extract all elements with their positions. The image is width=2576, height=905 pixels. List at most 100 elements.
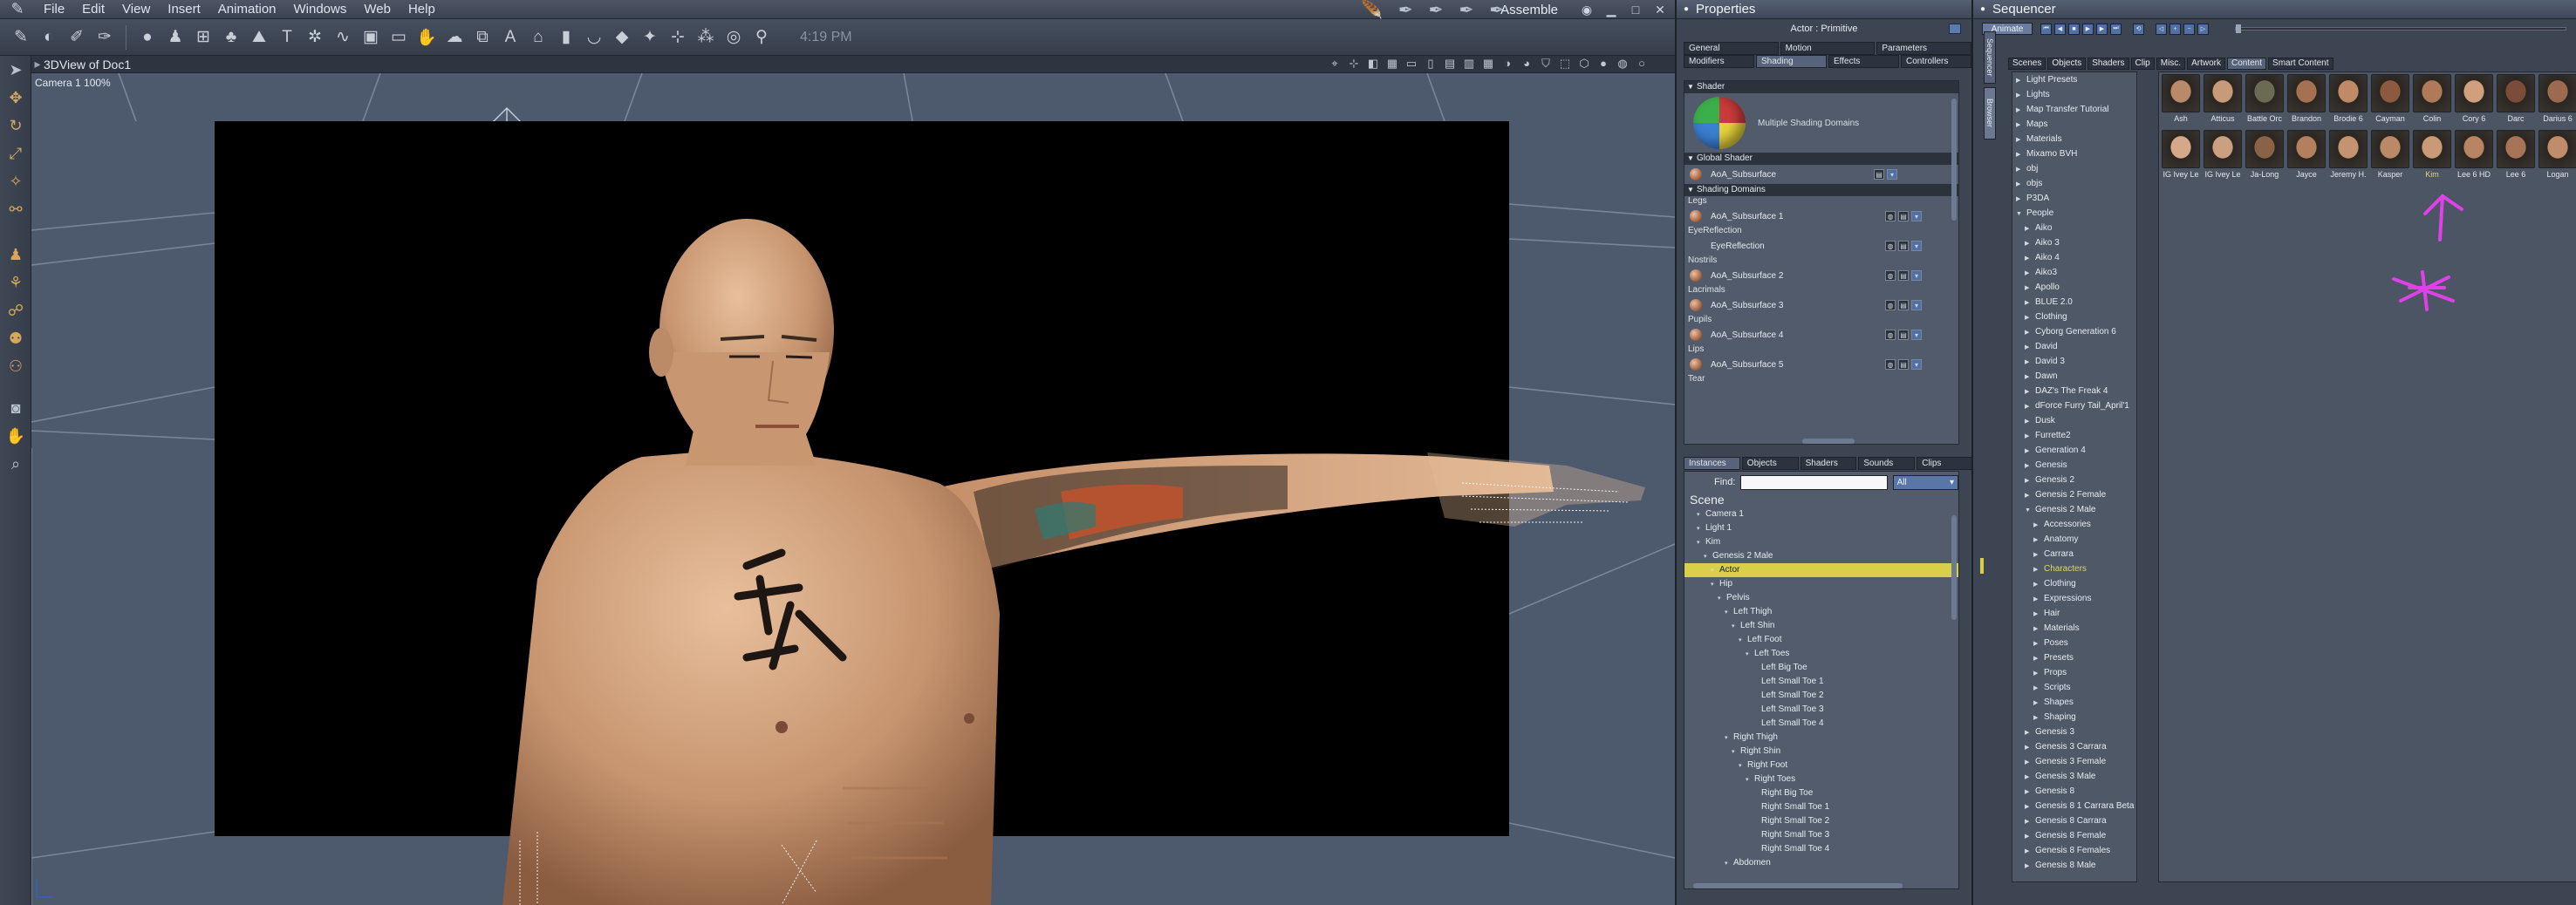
cylinder-object-icon[interactable]: ▮ [556, 26, 577, 49]
shader-menu-icon[interactable]: ▤ [1898, 211, 1909, 221]
sphere-object-icon[interactable]: ● [137, 26, 158, 49]
properties-option-button[interactable] [1949, 24, 1961, 34]
house-object-icon[interactable]: ⌂ [528, 26, 549, 49]
hand-object-icon[interactable]: ✋ [416, 26, 437, 49]
shader-menu-icon[interactable]: ▤ [1874, 169, 1884, 180]
scene-tree-node[interactable]: ▾ Actor [1684, 563, 1958, 577]
tree-expand-icon[interactable]: ▾ [1725, 606, 1733, 620]
shader-edit-icon[interactable]: ▾ [1911, 241, 1922, 251]
tab-modifiers[interactable]: Modifiers [1684, 55, 1754, 68]
human-figure[interactable] [31, 56, 1675, 905]
tree-expand-icon[interactable]: ▾ [1718, 592, 1726, 606]
domain-shader-row[interactable]: AoA_Subsurface 4 ◍ ▤ ▾ [1684, 325, 1958, 344]
terrain-object-icon[interactable]: ⛰ [249, 26, 270, 49]
scene-tree-node[interactable]: ▾ Camera 1 [1684, 507, 1958, 521]
tab-sounds[interactable]: Sounds [1858, 457, 1916, 470]
select-arrow-icon[interactable]: ➤ [0, 56, 31, 84]
link-tool-icon[interactable]: ⚯ [0, 195, 31, 223]
shader-edit-icon[interactable]: ▾ [1911, 359, 1922, 370]
menu-edit[interactable]: Edit [73, 2, 113, 17]
scene-tree-node[interactable]: Left Small Toe 1 [1684, 675, 1958, 689]
scene-tree-node[interactable]: ▾ Kim [1684, 535, 1958, 549]
scene-tree-node[interactable]: ▾ Light 1 [1684, 521, 1958, 535]
cloud-object-icon[interactable]: ☁ [444, 26, 465, 49]
maximize-icon[interactable]: □ [1628, 2, 1643, 17]
tree-object-icon[interactable]: ♣ [221, 26, 242, 49]
scene-tree-node[interactable]: Right Small Toe 1 [1684, 800, 1958, 814]
scene-tree-node[interactable]: Left Small Toe 2 [1684, 689, 1958, 703]
zoom-icon[interactable]: ⌕ [0, 450, 31, 478]
particles-object-icon[interactable]: ⁂ [695, 26, 716, 49]
tree-expand-icon[interactable]: ▾ [1739, 634, 1747, 648]
scene-tree-node[interactable]: Right Small Toe 3 [1684, 828, 1958, 842]
plane-object-icon[interactable]: ▭ [388, 26, 409, 49]
menu-insert[interactable]: Insert [159, 2, 209, 17]
grid-object-icon[interactable]: ⊞ [193, 26, 214, 49]
domain-shader-row[interactable]: AoA_Subsurface 3 ◍ ▤ ▾ [1684, 296, 1958, 315]
menu-animation[interactable]: Animation [209, 2, 285, 17]
scene-tree-node[interactable]: Left Small Toe 3 [1684, 703, 1958, 717]
camera-tool-icon[interactable]: ◙ [0, 394, 31, 422]
bone-object-icon[interactable]: ⚲ [751, 26, 772, 49]
pen-tool-icon[interactable]: ✎ [10, 26, 31, 49]
find-input[interactable] [1740, 474, 1888, 490]
shader-menu-icon[interactable]: ▤ [1898, 270, 1909, 281]
tree-expand-icon[interactable]: ▾ [1711, 564, 1719, 578]
feather-icon[interactable]: ✒ [1459, 0, 1473, 21]
scene-tree-node[interactable]: ▾ Right Foot [1684, 759, 1958, 772]
tree-expand-icon[interactable]: ▾ [1697, 522, 1705, 536]
tree-expand-icon[interactable]: ▾ [1739, 759, 1747, 773]
scene-scrollbar[interactable] [1951, 515, 1957, 620]
scene-hscrollbar[interactable] [1693, 883, 1903, 888]
tree-expand-icon[interactable]: ▾ [1697, 536, 1705, 550]
scene-tree-node[interactable]: ▾ Right Shin [1684, 745, 1958, 759]
star-object-icon[interactable]: ✦ [639, 26, 660, 49]
room-assemble-label[interactable]: Assemble [1500, 3, 1558, 17]
tree-expand-icon[interactable]: ▾ [1732, 745, 1740, 759]
paint-tool-icon[interactable]: ✑ [94, 26, 115, 49]
shader-section-header[interactable]: Shader [1684, 81, 1958, 93]
tab-instances[interactable]: Instances [1684, 457, 1740, 470]
shader-edit-icon[interactable]: ▾ [1887, 169, 1897, 180]
shading-hscrollbar[interactable] [1802, 439, 1855, 444]
tab-controllers[interactable]: Controllers [1901, 55, 1971, 68]
lock-icon[interactable]: ◍ [1885, 241, 1896, 251]
tree-expand-icon[interactable]: ▾ [1711, 578, 1719, 592]
lock-icon[interactable]: ◍ [1885, 300, 1896, 310]
figure-tool-icon[interactable]: ♟ [0, 241, 31, 269]
shader-menu-icon[interactable]: ▤ [1898, 359, 1909, 370]
cube-object-icon[interactable]: ▣ [360, 26, 381, 49]
tab-shaders[interactable]: Shaders [1800, 457, 1857, 470]
menu-file[interactable]: File [35, 2, 73, 17]
tab-parameters[interactable]: Parameters [1876, 42, 1972, 55]
tab-general[interactable]: General [1684, 42, 1779, 55]
shader-edit-icon[interactable]: ▾ [1911, 270, 1922, 281]
domain-shader-row[interactable]: AoA_Subsurface 2 ◍ ▤ ▾ [1684, 266, 1958, 285]
tree-expand-icon[interactable]: ▾ [1746, 773, 1754, 787]
shader-menu-icon[interactable]: ▤ [1898, 330, 1909, 340]
text3d-object-icon[interactable]: A [500, 26, 521, 49]
scene-tree-node[interactable]: ▾ Abdomen [1684, 856, 1958, 870]
shading-scrollbar[interactable] [1951, 99, 1957, 221]
sphere-tool-icon[interactable]: ◐ [38, 26, 59, 49]
gear-object-icon[interactable]: ✲ [304, 26, 325, 49]
tab-clips[interactable]: Clips [1917, 457, 1973, 470]
scene-tree-node[interactable]: ▾ Pelvis [1684, 591, 1958, 605]
figure-rotate-icon[interactable]: ☍ [0, 296, 31, 324]
wand-tool-icon[interactable]: ✧ [0, 167, 31, 195]
shader-menu-icon[interactable]: ▤ [1898, 241, 1909, 251]
menu-windows[interactable]: Windows [285, 2, 356, 17]
pan-hand-icon[interactable]: ✋ [0, 422, 31, 450]
scene-tree-node[interactable]: ▾ Left Shin [1684, 619, 1958, 633]
scale-tool-icon[interactable]: ⤢ [0, 139, 31, 167]
scene-tree-node[interactable]: Left Small Toe 4 [1684, 717, 1958, 731]
bowl-object-icon[interactable]: ◡ [584, 26, 605, 49]
global-shader-header[interactable]: Global Shader [1684, 153, 1958, 165]
menu-view[interactable]: View [113, 2, 159, 17]
tree-expand-icon[interactable]: ▾ [1746, 648, 1754, 662]
lock-icon[interactable]: ◍ [1885, 211, 1896, 221]
scene-tree-node[interactable]: ▾ Left Toes [1684, 647, 1958, 661]
move-tool-icon[interactable]: ✥ [0, 84, 31, 112]
domain-shader-row[interactable]: AoA_Subsurface 5 ◍ ▤ ▾ [1684, 355, 1958, 374]
scene-tree-node[interactable]: Right Small Toe 2 [1684, 814, 1958, 828]
